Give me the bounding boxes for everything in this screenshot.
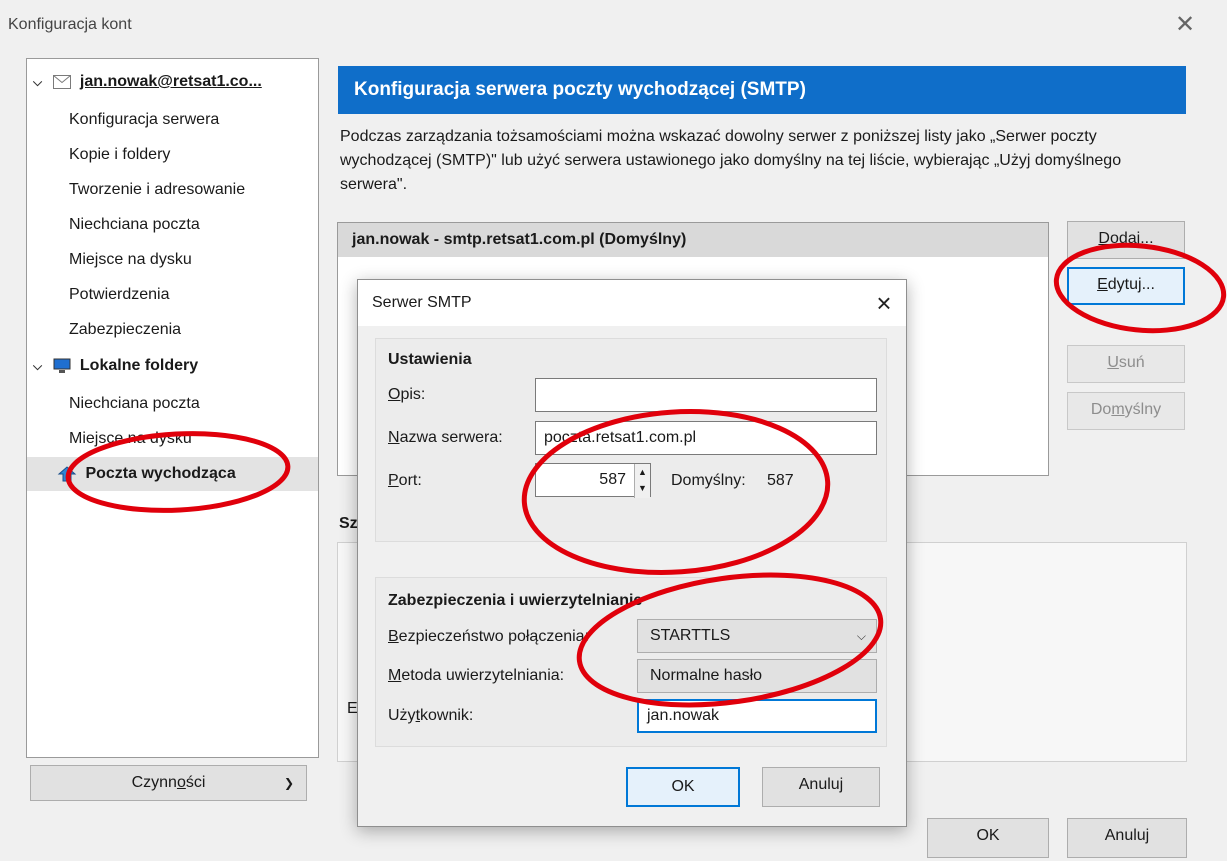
- set-default-button[interactable]: Domyślny: [1067, 392, 1185, 430]
- security-group: Zabezpieczenia i uwierzytelnianie Bezpie…: [375, 577, 887, 747]
- tree-item-security[interactable]: Zabezpieczenia: [27, 313, 318, 347]
- smtp-server-dialog: Serwer SMTP × Ustawienia Opis: Nazwa ser…: [357, 279, 907, 827]
- close-icon[interactable]: ×: [867, 286, 901, 320]
- chevron-down-icon: ❯: [283, 776, 294, 790]
- panel-description: Podczas zarządzania tożsamościami można …: [340, 128, 1122, 193]
- tree-item-local-junk[interactable]: Niechciana poczta: [27, 387, 318, 421]
- tree-item-composition[interactable]: Tworzenie i adresowanie: [27, 173, 318, 207]
- window-title: Konfiguracja kont: [8, 16, 132, 33]
- description-input[interactable]: [535, 378, 877, 412]
- port-input[interactable]: 587 ▲ ▼: [535, 463, 651, 498]
- tree-item-copies-folders[interactable]: Kopie i foldery: [27, 138, 318, 172]
- add-button[interactable]: Dodaj...: [1067, 221, 1185, 259]
- auth-method-label: Metoda uwierzytelniania:: [388, 667, 565, 684]
- settings-group-title: Ustawienia: [388, 351, 472, 368]
- ok-button[interactable]: OK: [927, 818, 1049, 858]
- tree-account[interactable]: ⌵ jan.nowak@retsat1.co...: [27, 65, 318, 99]
- account-name: jan.nowak@retsat1.co...: [79, 73, 262, 90]
- server-name-label: Nazwa serwera:: [388, 429, 503, 446]
- close-icon[interactable]: ✕: [1170, 10, 1200, 40]
- panel-title: Konfiguracja serwera poczty wychodzącej …: [338, 66, 1186, 114]
- port-label: Port:: [388, 472, 422, 489]
- connection-security-select[interactable]: STARTTLS ⌵: [637, 619, 877, 653]
- username-input[interactable]: jan.nowak: [637, 699, 877, 733]
- auth-method-select[interactable]: Normalne hasło: [637, 659, 877, 693]
- envelope-icon: [53, 74, 72, 89]
- settings-group: Ustawienia Opis: Nazwa serwera: poczta.r…: [375, 338, 887, 542]
- tree-item-receipts[interactable]: Potwierdzenia: [27, 278, 318, 312]
- spin-up-icon[interactable]: ▲: [635, 464, 650, 480]
- dialog-title: Serwer SMTP: [372, 294, 472, 311]
- port-spinner[interactable]: ▲ ▼: [634, 464, 650, 498]
- tree-item-junk[interactable]: Niechciana poczta: [27, 208, 318, 242]
- tree-item-disk-space[interactable]: Miejsce na dysku: [27, 243, 318, 277]
- computer-icon: [53, 358, 71, 373]
- tree-item-outgoing[interactable]: Poczta wychodząca: [27, 457, 318, 491]
- chevron-down-icon[interactable]: ⌵: [33, 349, 47, 383]
- account-tree: ⌵ jan.nowak@retsat1.co... Konfiguracja s…: [26, 58, 319, 758]
- remove-button[interactable]: Usuń: [1067, 345, 1185, 383]
- security-group-title: Zabezpieczenia i uwierzytelnianie: [388, 592, 643, 609]
- edit-button[interactable]: Edytuj...: [1067, 267, 1185, 305]
- tree-local-folders[interactable]: ⌵ Lokalne foldery: [27, 349, 318, 383]
- list-item[interactable]: jan.nowak - smtp.retsat1.com.pl (Domyśln…: [338, 223, 1048, 257]
- default-port-value: 587: [767, 472, 794, 489]
- spin-down-icon[interactable]: ▼: [635, 480, 650, 496]
- chevron-down-icon[interactable]: ⌵: [33, 65, 47, 99]
- dialog-ok-button[interactable]: OK: [626, 767, 740, 807]
- chevron-down-icon: ⌵: [856, 629, 866, 643]
- dialog-cancel-button[interactable]: Anuluj: [762, 767, 880, 807]
- details-heading: Sz: [339, 515, 358, 532]
- actions-button[interactable]: Czynności ❯: [30, 765, 307, 801]
- outgoing-mail-icon: [57, 466, 77, 482]
- tree-item-local-disk[interactable]: Miejsce na dysku: [27, 422, 318, 456]
- connection-security-label: Bezpieczeństwo połączenia:: [388, 628, 590, 645]
- cancel-button[interactable]: Anuluj: [1067, 818, 1187, 858]
- dialog-titlebar: Serwer SMTP ×: [358, 280, 906, 326]
- server-name-input[interactable]: poczta.retsat1.com.pl: [535, 421, 877, 455]
- username-label: Użytkownik:: [388, 707, 474, 724]
- default-port-label: Domyślny:: [671, 472, 746, 489]
- description-label: Opis:: [388, 386, 426, 403]
- tree-item-server-settings[interactable]: Konfiguracja serwera: [27, 103, 318, 137]
